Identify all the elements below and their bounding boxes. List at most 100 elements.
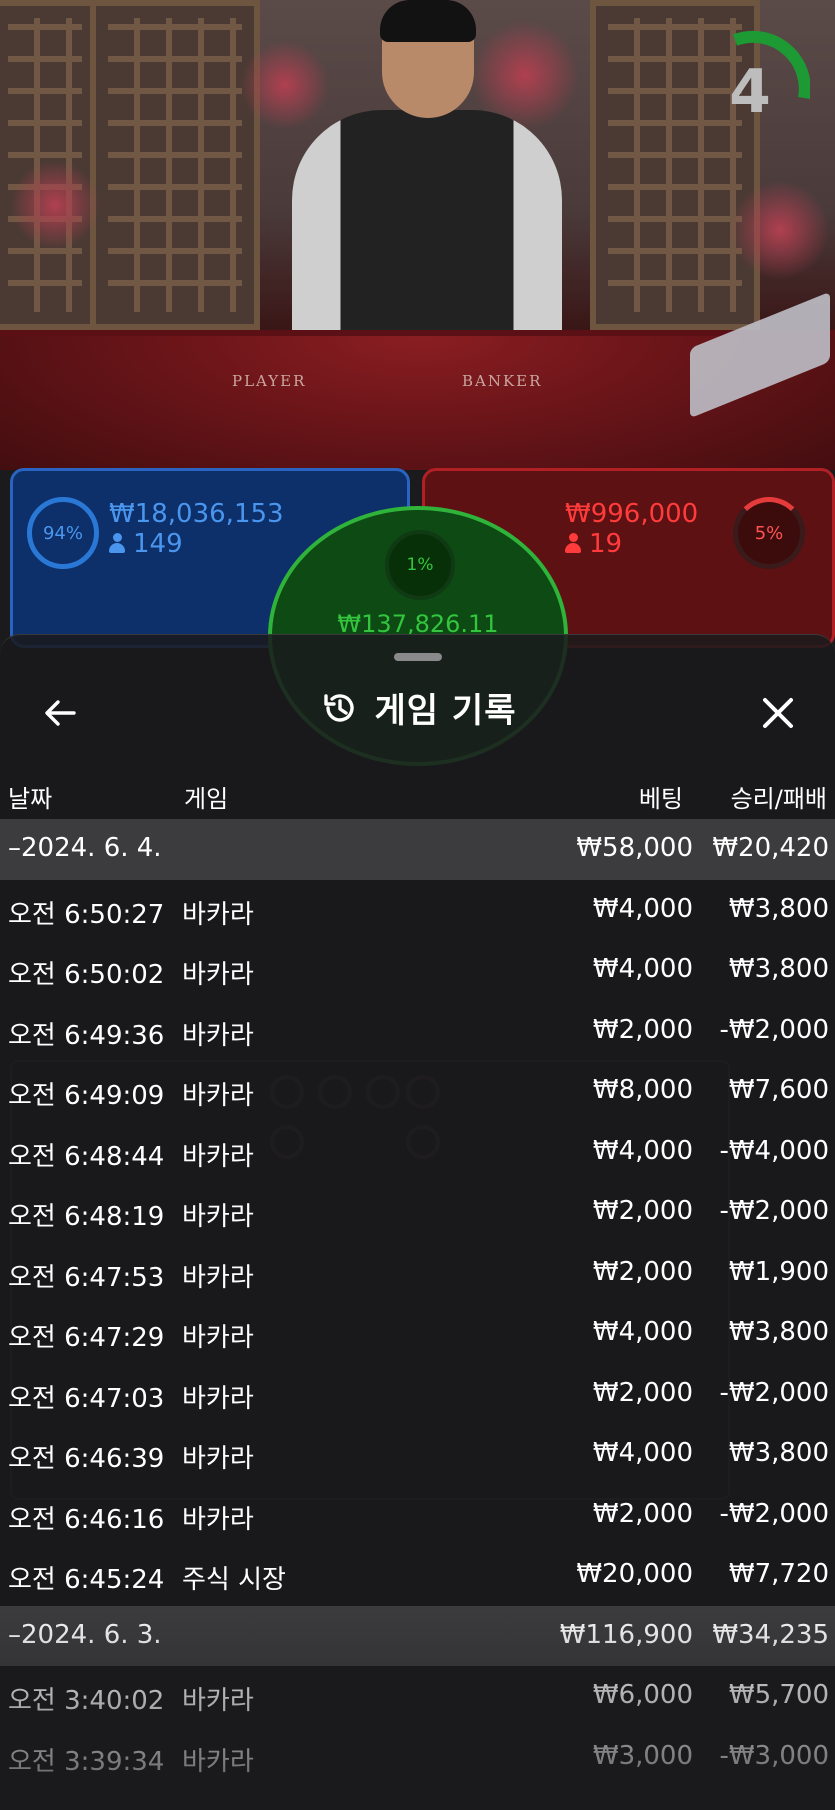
row-bet: ₩4,000 <box>592 1438 693 1468</box>
row-time: 오전 6:46:16 <box>8 1504 165 1535</box>
row-game: 바카라 <box>182 1141 254 1172</box>
banker-percent-ring: 5% <box>733 497 805 569</box>
history-row[interactable]: 오전 6:49:36 바카라 ₩2,000 -₩2,000 <box>0 1001 835 1062</box>
row-time: 오전 6:47:03 <box>8 1383 165 1414</box>
group-bet-total: ₩58,000 <box>576 833 693 863</box>
history-icon <box>323 693 354 722</box>
history-row[interactable]: 오전 6:46:39 바카라 ₩4,000 ₩3,800 <box>0 1424 835 1485</box>
history-row[interactable]: 오전 6:45:24 주식 시장 ₩20,000 ₩7,720 <box>0 1545 835 1606</box>
row-bet: ₩2,000 <box>592 1377 693 1408</box>
history-row[interactable]: 오전 3:39:34 바카라 ₩3,000 -₩3,000 <box>0 1727 835 1788</box>
row-bet: ₩2,000 <box>592 1498 693 1529</box>
row-bet: ₩20,000 <box>576 1559 693 1589</box>
row-result: ₩3,800 <box>728 1317 829 1347</box>
history-row[interactable]: 오전 6:47:53 바카라 ₩2,000 ₩1,900 <box>0 1243 835 1304</box>
history-row[interactable]: 오전 6:47:29 바카라 ₩4,000 ₩3,800 <box>0 1303 835 1364</box>
history-list: –2024. 6. 4. ₩58,000 ₩20,420 오전 6:50:27 바카라 ₩… <box>0 819 835 1787</box>
player-bettor-count-value: 149 <box>133 529 183 559</box>
row-bet: ₩4,000 <box>592 954 693 984</box>
history-row[interactable]: 오전 6:48:19 바카라 ₩2,000 -₩2,000 <box>0 1182 835 1243</box>
row-result: -₩4,000 <box>719 1135 829 1166</box>
player-bettor-count: 149 <box>109 531 183 557</box>
row-game: 주식 시장 <box>182 1565 286 1595</box>
history-row[interactable]: 오전 6:50:27 바카라 ₩4,000 ₩3,800 <box>0 880 835 941</box>
countdown-timer: 4 <box>729 57 771 127</box>
table-label-banker: BANKER <box>462 372 543 390</box>
row-time: 오전 6:47:53 <box>8 1262 165 1293</box>
player-percent-ring: 94% <box>27 497 99 569</box>
history-row[interactable]: 오전 6:46:16 바카라 ₩2,000 -₩2,000 <box>0 1485 835 1546</box>
row-game: 바카라 <box>182 1444 254 1474</box>
row-result: ₩5,700 <box>728 1680 829 1710</box>
row-game: 바카라 <box>182 1020 254 1051</box>
game-history-sheet: 게임 기록 날짜 게임 베팅 승리/패배 –2024. 6. 4. ₩58,000… <box>0 634 835 1810</box>
row-result: ₩7,720 <box>728 1559 829 1589</box>
row-time: 오전 6:50:02 <box>8 960 165 990</box>
close-icon[interactable] <box>756 691 800 735</box>
tie-percent-ring: 1% <box>385 530 455 600</box>
history-row[interactable]: 오전 6:49:09 바카라 ₩8,000 ₩7,600 <box>0 1061 835 1122</box>
header-bet: 베팅 <box>638 785 683 813</box>
row-game: 바카라 <box>182 1323 254 1353</box>
row-bet: ₩4,000 <box>592 1317 693 1347</box>
history-date-group-row[interactable]: –2024. 6. 3. ₩116,900 ₩34,235 <box>0 1605 835 1666</box>
row-time: 오전 3:39:34 <box>8 1746 165 1777</box>
person-icon <box>109 533 125 553</box>
group-date: –2024. 6. 4. <box>8 833 162 863</box>
row-game: 바카라 <box>182 1202 254 1232</box>
row-bet: ₩6,000 <box>592 1680 693 1710</box>
header-result: 승리/패배 <box>730 785 827 813</box>
group-bet-total: ₩116,900 <box>559 1619 693 1650</box>
row-result: -₩3,000 <box>719 1740 829 1771</box>
header-date: 날짜 <box>8 785 53 813</box>
history-row[interactable]: 오전 6:48:44 바카라 ₩4,000 -₩4,000 <box>0 1122 835 1183</box>
sheet-title: 게임 기록 <box>374 691 517 731</box>
row-result: -₩2,000 <box>719 1014 829 1045</box>
row-time: 오전 6:48:44 <box>8 1141 165 1172</box>
row-result: -₩2,000 <box>719 1498 829 1529</box>
row-bet: ₩4,000 <box>592 893 693 924</box>
row-time: 오전 3:40:02 <box>8 1686 165 1716</box>
sheet-drag-handle[interactable] <box>394 653 442 661</box>
row-game: 바카라 <box>182 960 254 990</box>
row-game: 바카라 <box>182 899 254 930</box>
row-game: 바카라 <box>182 1504 254 1535</box>
group-result-total: ₩34,235 <box>712 1619 829 1650</box>
banker-bettor-count-value: 19 <box>589 529 623 559</box>
row-result: -₩2,000 <box>719 1196 829 1226</box>
row-bet: ₩4,000 <box>592 1135 693 1166</box>
row-time: 오전 6:45:24 <box>8 1565 165 1595</box>
group-date: –2024. 6. 3. <box>8 1619 162 1650</box>
row-time: 오전 6:47:29 <box>8 1323 165 1353</box>
sheet-header: 게임 기록 <box>0 683 835 732</box>
row-bet: ₩2,000 <box>592 1256 693 1287</box>
group-result-total: ₩20,420 <box>712 833 829 863</box>
decorative-screen <box>90 0 260 330</box>
header-game: 게임 <box>184 785 229 813</box>
banker-total-bet: ₩996,000 <box>565 499 699 529</box>
row-result: ₩1,900 <box>728 1256 829 1287</box>
row-game: 바카라 <box>182 1081 254 1111</box>
row-bet: ₩2,000 <box>592 1014 693 1045</box>
row-game: 바카라 <box>182 1383 254 1414</box>
history-row[interactable]: 오전 6:47:03 바카라 ₩2,000 -₩2,000 <box>0 1364 835 1425</box>
row-bet: ₩3,000 <box>592 1740 693 1771</box>
row-result: ₩3,800 <box>728 954 829 984</box>
banker-bettor-count: 19 <box>565 531 622 557</box>
row-bet: ₩8,000 <box>592 1075 693 1105</box>
row-game: 바카라 <box>182 1686 254 1716</box>
row-bet: ₩2,000 <box>592 1196 693 1226</box>
row-game: 바카라 <box>182 1746 254 1777</box>
row-time: 오전 6:50:27 <box>8 899 165 930</box>
row-time: 오전 6:46:39 <box>8 1444 165 1474</box>
row-result: ₩3,800 <box>728 1438 829 1468</box>
row-game: 바카라 <box>182 1262 254 1293</box>
row-time: 오전 6:49:36 <box>8 1020 165 1051</box>
row-result: -₩2,000 <box>719 1377 829 1408</box>
history-row[interactable]: 오전 6:50:02 바카라 ₩4,000 ₩3,800 <box>0 940 835 1001</box>
history-date-group-row[interactable]: –2024. 6. 4. ₩58,000 ₩20,420 <box>0 819 835 880</box>
row-time: 오전 6:49:09 <box>8 1081 165 1111</box>
history-row[interactable]: 오전 3:40:02 바카라 ₩6,000 ₩5,700 <box>0 1666 835 1727</box>
player-total-bet: ₩18,036,153 <box>109 499 284 529</box>
row-time: 오전 6:48:19 <box>8 1202 165 1232</box>
